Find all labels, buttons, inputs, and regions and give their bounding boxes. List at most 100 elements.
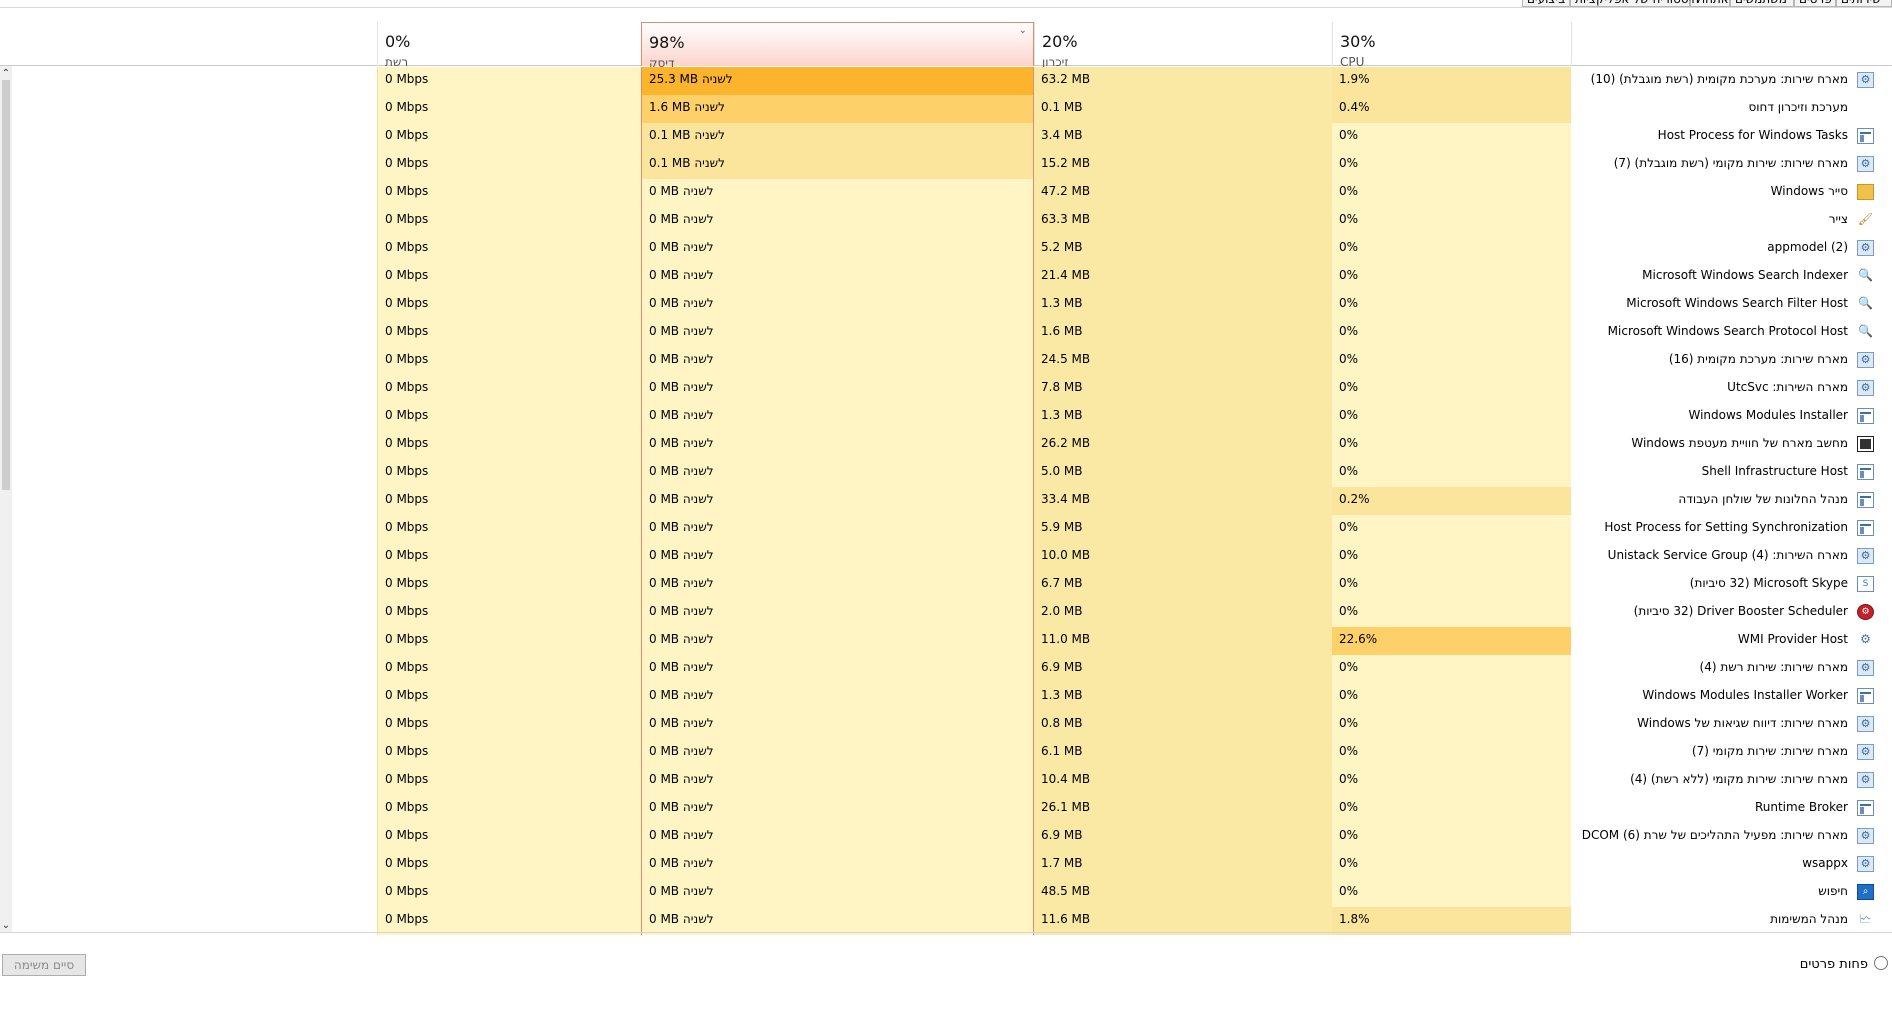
process-name: מארח שירות: מערכת מקומית (רשת מוגבלת) (1… — [1590, 72, 1848, 86]
table-row[interactable]: 0 Mbps 0 MB לשניה 1.3 MB 0% Windows Modules … — [0, 403, 1892, 431]
network-cell: 0 Mbps — [377, 67, 641, 95]
table-row[interactable]: 0 Mbps 0 MB לשניה 1.7 MB 0% wsappx ⚙ — [0, 851, 1892, 879]
process-name-cell: Microsoft Windows Search Filter Host 🔍 — [1571, 291, 1876, 319]
process-search-icon: 🔍 — [1858, 268, 1873, 282]
memory-cell: 33.4 MB — [1034, 487, 1332, 515]
table-row[interactable]: 0 Mbps 0 MB לשניה 10.4 MB 0% מארח שירות: שיר… — [0, 767, 1892, 795]
process-name: wsappx — [1802, 856, 1848, 870]
process-name: מנהל המשימות — [1770, 912, 1848, 926]
cpu-cell: 1.8% — [1332, 907, 1571, 935]
table-row[interactable]: 0 Mbps 0 MB לשניה 6.9 MB 0% מארח שירות: מפעי… — [0, 823, 1892, 851]
table-row[interactable]: 0 Mbps 0 MB לשניה 1.6 MB 0% Microsoft Window… — [0, 319, 1892, 347]
process-gear-icon: ⚙ — [1857, 660, 1874, 676]
table-row[interactable]: 0 Mbps 1.6 MB לשניה 0.1 MB 0.4% מערכת וזיכרו… — [0, 95, 1892, 123]
memory-cell: 1.7 MB — [1034, 851, 1332, 879]
cpu-cell: 0.4% — [1332, 95, 1571, 123]
table-row[interactable]: 0 Mbps 0 MB לשניה 11.0 MB 22.6% WMI Provider… — [0, 627, 1892, 655]
disk-cell: 0 MB לשניה — [641, 179, 1034, 207]
table-row[interactable]: 0 Mbps 0 MB לשניה 21.4 MB 0% Microsoft Windo… — [0, 263, 1892, 291]
table-row[interactable]: 0 Mbps 0 MB לשניה 26.2 MB 0% מחשב מארח של חו… — [0, 431, 1892, 459]
cpu-cell: 0% — [1332, 543, 1571, 571]
table-row[interactable]: 0 Mbps 0 MB לשניה 48.5 MB 0% חיפוש ⌕ — [0, 879, 1892, 907]
memory-cell: 6.9 MB — [1034, 823, 1332, 851]
table-row[interactable]: 0 Mbps 0 MB לשניה 5.0 MB 0% Shell Infrastruc… — [0, 459, 1892, 487]
memory-cell: 11.6 MB — [1034, 907, 1332, 935]
process-name: סייר Windows — [1770, 184, 1848, 198]
disk-cell: 0 MB לשניה — [641, 767, 1034, 795]
column-header-name[interactable] — [1571, 22, 1892, 66]
process-win-icon — [1857, 464, 1874, 480]
table-row[interactable]: 0 Mbps 0 MB לשניה 10.0 MB 0% מארח השירות: Un… — [0, 543, 1892, 571]
process-name: appmodel (2) — [1767, 240, 1848, 254]
table-row[interactable]: 0 Mbps 0 MB לשניה 11.6 MB 1.8% מנהל המשימות 🗠 — [0, 907, 1892, 935]
process-gear-icon: ⚙ — [1857, 856, 1874, 872]
table-row[interactable]: 0 Mbps 0 MB לשניה 63.3 MB 0% צייר 🖌 — [0, 207, 1892, 235]
cpu-cell: 0% — [1332, 123, 1571, 151]
disk-cell: 0 MB לשניה — [641, 487, 1034, 515]
tab-0[interactable]: שירותים — [1836, 0, 1892, 7]
table-row[interactable]: 0 Mbps 0 MB לשניה 26.1 MB 0% Runtime Broker — [0, 795, 1892, 823]
network-cell: 0 Mbps — [377, 431, 641, 459]
tab-1[interactable]: פרטים — [1794, 0, 1836, 7]
network-cell: 0 Mbps — [377, 655, 641, 683]
table-row[interactable]: 0 Mbps 0.1 MB לשניה 3.4 MB 0% Host Process f… — [0, 123, 1892, 151]
memory-cell: 21.4 MB — [1034, 263, 1332, 291]
process-name-cell: מארח השירות: Unistack Service Group (4) ⚙ — [1571, 543, 1876, 571]
process-paint-icon: 🖌 — [1857, 212, 1874, 226]
network-cell: 0 Mbps — [377, 291, 641, 319]
disk-cell: 0 MB לשניה — [641, 543, 1034, 571]
table-row[interactable]: 0 Mbps 0 MB לשניה 2.0 MB 0% Driver Booster S… — [0, 599, 1892, 627]
process-name: מנהל החלונות של שולחן העבודה — [1678, 492, 1848, 506]
process-name-cell: מארח שירות: מערכת מקומית (16) ⚙ — [1571, 347, 1876, 375]
cpu-cell: 0% — [1332, 403, 1571, 431]
table-row[interactable]: 0 Mbps 0 MB לשניה 0.8 MB 0% מארח שירות: דיוו… — [0, 711, 1892, 739]
process-name-cell: Microsoft Windows Search Protocol Host 🔍 — [1571, 319, 1876, 347]
table-row[interactable]: 0 Mbps 0 MB לשניה 5.2 MB 0% appmodel (2) ⚙ — [0, 235, 1892, 263]
end-task-button[interactable]: סיים משימה — [2, 954, 86, 976]
table-row[interactable]: 0 Mbps 0 MB לשניה 6.7 MB 0% Microsoft Skype … — [0, 571, 1892, 599]
process-gear-icon: ⚙ — [1857, 380, 1874, 396]
process-name: מארח שירות: שירות מקומי (רשת מוגבלת) (7) — [1613, 156, 1848, 170]
disk-cell: 0 MB לשניה — [641, 207, 1034, 235]
process-name: מארח השירות: UtcSvc — [1727, 380, 1848, 394]
disk-cell: 0 MB לשניה — [641, 823, 1034, 851]
disk-cell: 0 MB לשניה — [641, 431, 1034, 459]
table-row[interactable]: 0 Mbps 0 MB לשניה 33.4 MB 0.2% מנהל החלונות … — [0, 487, 1892, 515]
process-name-cell: Host Process for Windows Tasks — [1571, 123, 1876, 151]
network-cell: 0 Mbps — [377, 347, 641, 375]
column-header-cpu[interactable]: 30% CPU — [1332, 22, 1571, 69]
process-name: Windows Modules Installer Worker — [1642, 688, 1848, 702]
tab-5[interactable]: ביצועים — [1522, 0, 1570, 7]
table-row[interactable]: 0 Mbps 0 MB לשניה 47.2 MB 0% סייר Windows — [0, 179, 1892, 207]
cpu-cell: 0% — [1332, 347, 1571, 375]
process-name: Microsoft Skype (32 סיביות) — [1689, 576, 1848, 590]
table-row[interactable]: 0 Mbps 0 MB לשניה 7.8 MB 0% מארח השירות: Utc… — [0, 375, 1892, 403]
cpu-cell: 0% — [1332, 739, 1571, 767]
memory-cell: 6.9 MB — [1034, 655, 1332, 683]
column-header-memory[interactable]: 20% זיכרון — [1034, 22, 1332, 69]
table-row[interactable]: 0 Mbps 0 MB לשניה 5.9 MB 0% Host Process for… — [0, 515, 1892, 543]
table-row[interactable]: 0 Mbps 0 MB לשניה 6.1 MB 0% מארח שירות: שירו… — [0, 739, 1892, 767]
table-row[interactable]: 0 Mbps 25.3 MB לשניה 63.2 MB 1.9% מארח שירות… — [0, 67, 1892, 95]
process-name-cell: מארח שירות: מפעיל התהליכים של שרת DCOM (… — [1571, 823, 1876, 851]
tab-2[interactable]: משתמשים — [1730, 0, 1794, 7]
disk-cell: 0 MB לשניה — [641, 851, 1034, 879]
table-row[interactable]: 0 Mbps 0 MB לשניה 6.9 MB 0% מארח שירות: שירו… — [0, 655, 1892, 683]
column-header-disk[interactable]: ⌄ 98% דיסק — [641, 22, 1034, 70]
tab-4[interactable]: היסטוריה של אפליקציות — [1570, 0, 1699, 7]
network-cell: 0 Mbps — [377, 375, 641, 403]
table-row[interactable]: 0 Mbps 0 MB לשניה 24.5 MB 0% מארח שירות: מער… — [0, 347, 1892, 375]
disk-cell: 0 MB לשניה — [641, 655, 1034, 683]
column-header-network[interactable]: 0% רשת — [377, 22, 641, 69]
process-name-cell: Driver Booster Scheduler (32 סיביות) ⚙ — [1571, 599, 1876, 627]
process-gear-icon: ⚙ — [1857, 744, 1874, 760]
memory-cell: 1.3 MB — [1034, 403, 1332, 431]
table-row[interactable]: 0 Mbps 0.1 MB לשניה 15.2 MB 0% מארח שירות: ש… — [0, 151, 1892, 179]
footer-divider — [0, 932, 1892, 933]
fewer-details-link[interactable]: פחות פרטים — [1800, 957, 1868, 972]
table-row[interactable]: 0 Mbps 0 MB לשניה 1.3 MB 0% Microsoft Window… — [0, 291, 1892, 319]
network-cell: 0 Mbps — [377, 795, 641, 823]
process-name: מארח שירות: שירות מקומי (ללא רשת) (4) — [1630, 772, 1848, 786]
network-cell: 0 Mbps — [377, 515, 641, 543]
table-row[interactable]: 0 Mbps 0 MB לשניה 1.3 MB 0% Windows Modules … — [0, 683, 1892, 711]
